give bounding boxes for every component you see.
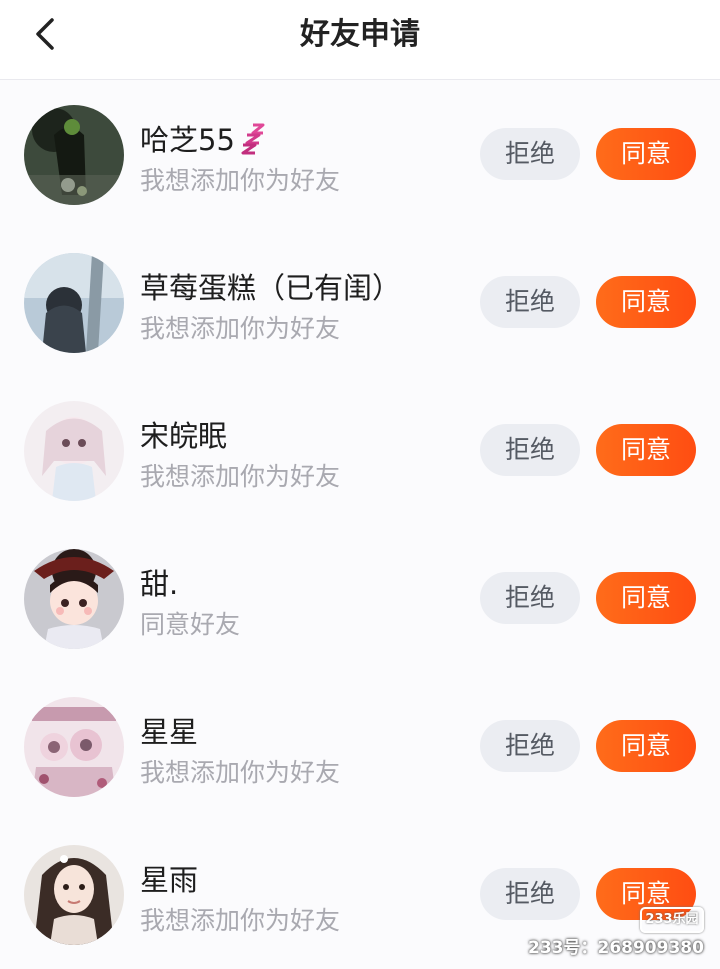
request-message: 我想添加你为好友 bbox=[140, 314, 341, 343]
reject-button[interactable]: 拒绝 bbox=[480, 276, 580, 328]
reject-button[interactable]: 拒绝 bbox=[480, 868, 580, 920]
request-message: 我想添加你为好友 bbox=[140, 166, 341, 195]
reject-button[interactable]: 拒绝 bbox=[480, 128, 580, 180]
requester-name: 甜. bbox=[140, 567, 179, 601]
request-message: 同意好友 bbox=[140, 610, 241, 639]
accept-button[interactable]: 同意 bbox=[596, 276, 696, 328]
requester-name: 星星 bbox=[140, 715, 199, 749]
header-bar: 好友申请 bbox=[0, 0, 720, 80]
accept-button[interactable]: 同意 bbox=[596, 572, 696, 624]
accept-button[interactable]: 同意 bbox=[596, 128, 696, 180]
request-message: 我想添加你为好友 bbox=[140, 462, 341, 491]
avatar[interactable] bbox=[24, 105, 124, 205]
friend-request-item: 哈芝55 我想添加你为好友 拒绝 同意 bbox=[0, 81, 720, 229]
friend-request-item: 甜. 同意好友 拒绝 同意 bbox=[0, 525, 720, 673]
reject-button[interactable]: 拒绝 bbox=[480, 720, 580, 772]
avatar[interactable] bbox=[24, 253, 124, 353]
requester-name: 星雨 bbox=[140, 863, 199, 897]
requester-name: 宋皖眠 bbox=[140, 419, 228, 453]
watermark-logo: 233乐园 bbox=[640, 907, 704, 933]
avatar[interactable] bbox=[24, 549, 124, 649]
friend-request-item: 草莓蛋糕（已有闺） 我想添加你为好友 拒绝 同意 bbox=[0, 229, 720, 377]
request-message: 我想添加你为好友 bbox=[140, 906, 341, 935]
requester-name: 哈芝55 bbox=[140, 117, 273, 159]
accept-button[interactable]: 同意 bbox=[596, 424, 696, 476]
friend-request-list: 哈芝55 我想添加你为好友 拒绝 同意 草莓蛋糕（已有闺） 我想添加你为好友 拒… bbox=[0, 81, 720, 969]
avatar[interactable] bbox=[24, 401, 124, 501]
friend-request-item: 宋皖眠 我想添加你为好友 拒绝 同意 bbox=[0, 377, 720, 525]
reject-button[interactable]: 拒绝 bbox=[480, 572, 580, 624]
page-title: 好友申请 bbox=[300, 17, 420, 52]
sleep-zz-icon bbox=[241, 123, 265, 155]
watermark-id: 233号：268909380 bbox=[528, 938, 704, 958]
avatar[interactable] bbox=[24, 697, 124, 797]
request-message: 我想添加你为好友 bbox=[140, 758, 341, 787]
friend-request-item: 星星 我想添加你为好友 拒绝 同意 bbox=[0, 673, 720, 821]
avatar[interactable] bbox=[24, 845, 124, 945]
accept-button[interactable]: 同意 bbox=[596, 720, 696, 772]
reject-button[interactable]: 拒绝 bbox=[480, 424, 580, 476]
requester-name: 草莓蛋糕（已有闺） bbox=[140, 271, 402, 305]
